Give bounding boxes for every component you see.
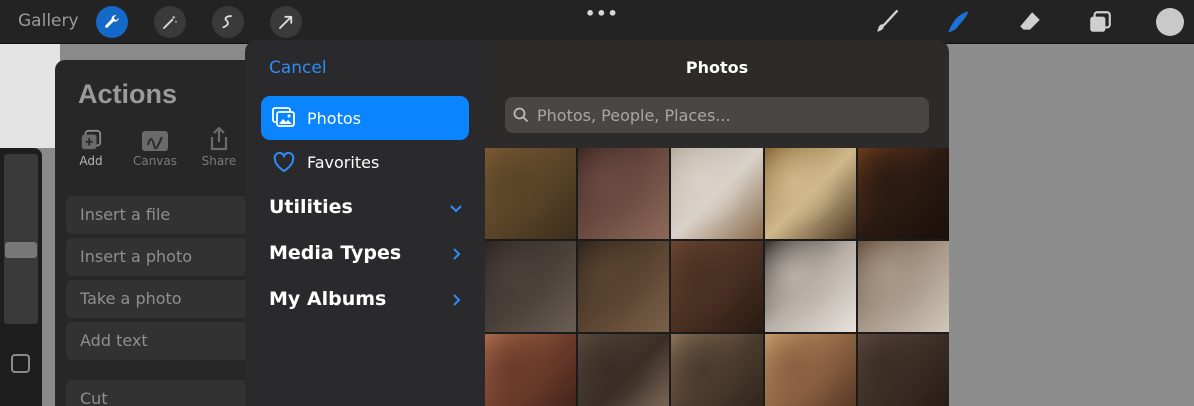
- photo-thumbnail-forest-painting[interactable]: [485, 148, 577, 239]
- brush-sidebar: [0, 148, 42, 406]
- photo-thumbnail-quill-and-letters[interactable]: [485, 241, 577, 332]
- cancel-button[interactable]: Cancel: [269, 58, 327, 78]
- gallery-button[interactable]: Gallery: [18, 11, 79, 31]
- photo-thumbnail-hands-with-paper[interactable]: [764, 148, 856, 239]
- picker-title: Photos: [685, 58, 749, 77]
- section-label: Media Types: [269, 242, 402, 264]
- slider-handle[interactable]: [5, 242, 37, 258]
- photo-picker: Cancel Photos Favorites Utilities Media …: [245, 40, 949, 406]
- photo-thumbnail-library-shelves[interactable]: [671, 241, 763, 332]
- selection-icon[interactable]: [212, 6, 244, 38]
- search-icon: [505, 107, 537, 123]
- picker-sidebar: Cancel Photos Favorites Utilities Media …: [245, 40, 485, 406]
- more-options-icon[interactable]: •••: [585, 4, 619, 23]
- section-utilities[interactable]: Utilities: [269, 196, 469, 218]
- add-text-button[interactable]: Add text: [66, 322, 255, 360]
- tab-add-label: Add: [79, 154, 103, 168]
- modify-button[interactable]: [11, 354, 30, 373]
- search-field[interactable]: Photos, People, Places...: [505, 97, 929, 133]
- sidebar-item-label: Favorites: [307, 152, 380, 172]
- photo-thumbnail-letters-stack[interactable]: [578, 148, 670, 239]
- photo-thumbnail-scattered-books[interactable]: [857, 334, 949, 406]
- take-photo-button[interactable]: Take a photo: [66, 280, 255, 318]
- actions-panel: Actions Add Canvas Share Insert a file I…: [55, 60, 255, 406]
- wrench-icon[interactable]: [96, 6, 128, 38]
- photo-thumbnail-person-in-vest[interactable]: [857, 241, 949, 332]
- add-icon: [63, 127, 119, 151]
- magic-wand-icon[interactable]: [154, 6, 186, 38]
- tab-share[interactable]: Share: [191, 127, 247, 168]
- section-label: Utilities: [269, 196, 353, 218]
- canvas-icon: [127, 127, 183, 151]
- chevron-right-icon: [449, 244, 463, 266]
- insert-photo-button[interactable]: Insert a photo: [66, 238, 255, 276]
- actions-title: Actions: [78, 79, 178, 109]
- share-icon: [191, 127, 247, 151]
- photo-thumbnail-person-in-coat[interactable]: [764, 241, 856, 332]
- photo-thumbnail-typewriter-desk[interactable]: [578, 334, 670, 406]
- photo-thumbnail-wax-seal[interactable]: [671, 148, 763, 239]
- tab-share-label: Share: [201, 154, 237, 168]
- chevron-down-icon: [449, 198, 463, 220]
- transform-arrow-icon[interactable]: [270, 6, 302, 38]
- color-picker[interactable]: [1156, 8, 1184, 36]
- brush-size-slider[interactable]: [4, 154, 38, 324]
- sidebar-item-label: Photos: [307, 108, 361, 128]
- photo-thumbnail-typewriter-shelf[interactable]: [578, 241, 670, 332]
- canvas-area-right: [948, 44, 1194, 406]
- heart-icon: [261, 151, 307, 173]
- photo-grid: [485, 148, 949, 406]
- chevron-right-icon: [449, 290, 463, 312]
- photo-thumbnail-book-spines[interactable]: [485, 334, 577, 406]
- search-placeholder: Photos, People, Places...: [537, 105, 731, 125]
- photo-thumbnail-candles[interactable]: [857, 148, 949, 239]
- smudge-icon[interactable]: [944, 7, 974, 37]
- brush-icon[interactable]: [872, 7, 902, 37]
- sidebar-item-photos[interactable]: Photos: [261, 96, 469, 140]
- cut-button[interactable]: Cut: [66, 380, 255, 406]
- picker-content: Photos Photos, People, Places...: [485, 40, 949, 406]
- section-label: My Albums: [269, 288, 387, 310]
- tab-canvas-label: Canvas: [132, 154, 178, 168]
- section-media-types[interactable]: Media Types: [269, 242, 469, 264]
- sidebar-item-favorites[interactable]: Favorites: [261, 140, 469, 184]
- photos-icon: [261, 107, 307, 129]
- photo-thumbnail-coffee-and-book[interactable]: [764, 334, 856, 406]
- eraser-icon[interactable]: [1015, 7, 1045, 37]
- photo-thumbnail-old-papers[interactable]: [671, 334, 763, 406]
- tab-canvas[interactable]: Canvas: [127, 127, 183, 168]
- section-my-albums[interactable]: My Albums: [269, 288, 469, 310]
- top-toolbar: Gallery •••: [0, 0, 1194, 44]
- insert-file-button[interactable]: Insert a file: [66, 196, 255, 234]
- layers-icon[interactable]: [1085, 7, 1115, 37]
- canvas-area: [0, 44, 60, 148]
- tab-add[interactable]: Add: [63, 127, 119, 168]
